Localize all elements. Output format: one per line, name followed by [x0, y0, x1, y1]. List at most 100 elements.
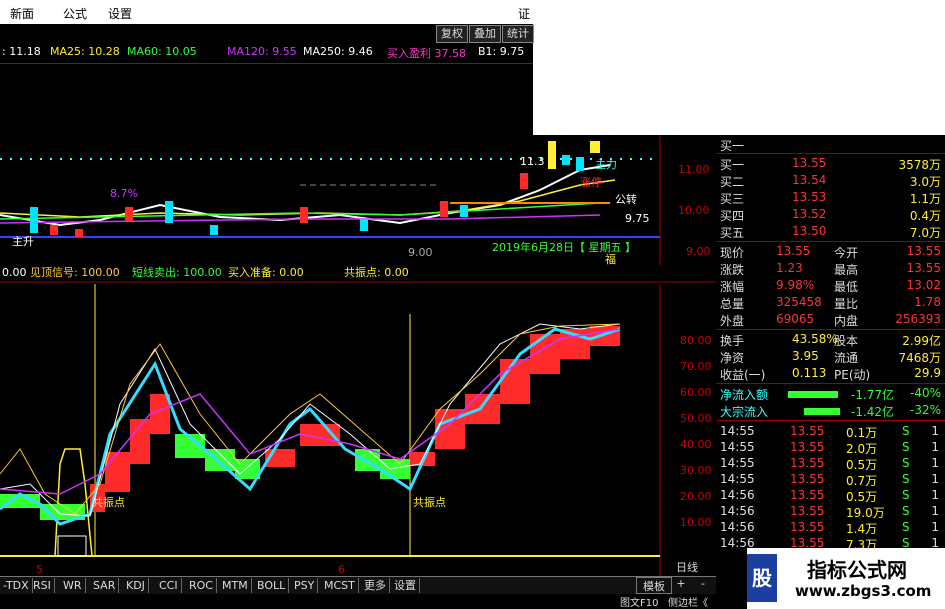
signal-top: 见顶信号: 100.00 — [30, 266, 120, 279]
divider — [0, 63, 533, 64]
tab-7[interactable]: MTM — [219, 578, 252, 593]
sidebar-toggle[interactable]: 侧边栏《 — [668, 594, 716, 609]
fuquan-button[interactable]: 复权 — [436, 25, 468, 43]
menu-item-new[interactable]: 新面 — [10, 5, 34, 22]
bid-label: 买四 — [720, 209, 745, 223]
tick-price: 13.55 — [790, 504, 825, 518]
fund-value: 29.9 — [914, 366, 941, 380]
template-button[interactable]: 模板 — [636, 577, 672, 594]
bid-volume: 0.4万 — [909, 209, 941, 223]
bid-label: 买二 — [720, 175, 745, 189]
fund-value: 3.95 — [792, 349, 819, 363]
tick-side: S — [902, 424, 910, 438]
fund-row: 收益(一) 0.113 PE(动) 29.9 — [716, 365, 945, 382]
quote-value: 13.55 — [906, 261, 941, 275]
tab-1[interactable]: RSI — [30, 578, 55, 593]
diejia-button[interactable]: 叠加 — [469, 25, 501, 43]
candle — [576, 157, 584, 171]
quote-value: 69065 — [776, 312, 815, 326]
quote-value: 256393 — [895, 312, 941, 326]
fund-row: 净资 3.95 流通 7468万 — [716, 348, 945, 365]
tab-12[interactable]: 设置 — [391, 578, 420, 593]
pct-annotation: 8.7% — [110, 187, 138, 200]
tick-time: 14:55 — [720, 424, 755, 438]
indicator-label: 80.00 — [680, 334, 712, 347]
shengjin-label: 主升 — [12, 235, 34, 248]
quote-row: 现价 13.55 今开 13.55 — [716, 243, 945, 260]
indicator-label: 10.00 — [680, 516, 712, 529]
tab-5[interactable]: CCI — [156, 578, 182, 593]
tab-2[interactable]: WR — [60, 578, 86, 593]
indicator-label: 60.00 — [680, 386, 712, 399]
fund-value: 43.58% — [792, 332, 838, 346]
tick-side: S — [902, 456, 910, 470]
quote-value: 325458 — [776, 295, 822, 309]
zoom-out-button[interactable]: - — [694, 577, 712, 592]
menu-item-formula[interactable]: 公式 — [63, 5, 87, 22]
bid-price: 13.54 — [792, 173, 827, 187]
tick-count: 1 — [931, 504, 939, 518]
bid-label: 买一 — [720, 158, 745, 172]
flow-bar — [804, 408, 840, 415]
flow-label: 大宗流入 — [720, 405, 769, 419]
signal-value: 0.00 — [2, 266, 27, 279]
quote-label: 今开 — [834, 246, 859, 260]
right-line-label: 9.75 — [625, 212, 650, 225]
bid-volume: 3.0万 — [909, 175, 941, 189]
candle — [440, 201, 448, 217]
quote-value: 13.55 — [906, 244, 941, 258]
b1-value: B1: 9.75 — [478, 45, 525, 58]
ma60-value: MA60: 10.05 — [127, 45, 197, 58]
tick-time: 14:56 — [720, 520, 755, 534]
bid-price: 13.52 — [792, 207, 827, 221]
tab-11[interactable]: 更多 — [361, 578, 390, 593]
tab-0[interactable]: -TDX — [0, 578, 33, 593]
watermark-url: www.zbgs3.com — [795, 582, 932, 600]
quote-label: 外盘 — [720, 314, 745, 328]
tick-count: 1 — [931, 488, 939, 502]
flow-label: 净流入额 — [720, 388, 769, 402]
tick-side: S — [902, 472, 910, 486]
tick-side: S — [902, 520, 910, 534]
tick-row: 14:55 13.55 0.7万 S 1 — [716, 471, 945, 488]
zoom-in-button[interactable]: + — [672, 577, 690, 592]
tab-8[interactable]: BOLL — [254, 578, 290, 593]
indicator-label: 40.00 — [680, 438, 712, 451]
tick-count: 1 — [931, 520, 939, 534]
price-line-label: 9.00 — [408, 246, 433, 259]
gong-label: 公转 — [615, 192, 637, 206]
quote-label: 内盘 — [834, 314, 859, 328]
divider — [716, 383, 945, 384]
band-red — [150, 394, 170, 434]
buy-header: 买一 — [720, 139, 745, 153]
tick-time: 14:55 — [720, 472, 755, 486]
band-red — [465, 394, 500, 424]
tongji-button[interactable]: 统计 — [502, 25, 534, 43]
tick-time: 14:56 — [720, 488, 755, 502]
tab-4[interactable]: KDJ — [123, 578, 149, 593]
bid-price: 13.55 — [792, 156, 827, 170]
tab-6[interactable]: ROC — [186, 578, 217, 593]
blank-area — [533, 0, 945, 135]
high-annotation: 11.3 — [520, 155, 545, 168]
menu-item-settings[interactable]: 设置 — [108, 5, 132, 22]
quote-row: 外盘 69065 内盘 256393 — [716, 311, 945, 328]
quote-value: 9.98% — [776, 278, 815, 292]
tab-10[interactable]: MCST — [321, 578, 359, 593]
f10-button[interactable]: 图文F10 — [620, 594, 664, 609]
menu-item-partial[interactable]: 证 — [518, 5, 530, 22]
flow-bar — [788, 391, 838, 398]
flow-value: -1.42亿 — [851, 405, 895, 419]
fund-row: 换手 43.58% 股本 2.99亿 — [716, 331, 945, 348]
tick-side: S — [902, 440, 910, 454]
signal-prepare: 买入准备: 0.00 — [228, 265, 304, 279]
kline-chart[interactable]: 11.00 10.00 9.00 8.7% 11.3 9.00 9.75 201… — [0, 135, 716, 265]
candle — [460, 205, 468, 217]
band-green — [380, 459, 410, 479]
quote-row: 涨跌 1.23 最高 13.55 — [716, 260, 945, 277]
tab-9[interactable]: PSY — [291, 578, 319, 593]
candle — [165, 201, 173, 223]
tick-side: S — [902, 504, 910, 518]
tab-3[interactable]: SAR — [90, 578, 120, 593]
indicator-chart[interactable]: 共振点 共振点 80.00 70.00 60.00 50.00 40.00 30… — [0, 284, 716, 576]
